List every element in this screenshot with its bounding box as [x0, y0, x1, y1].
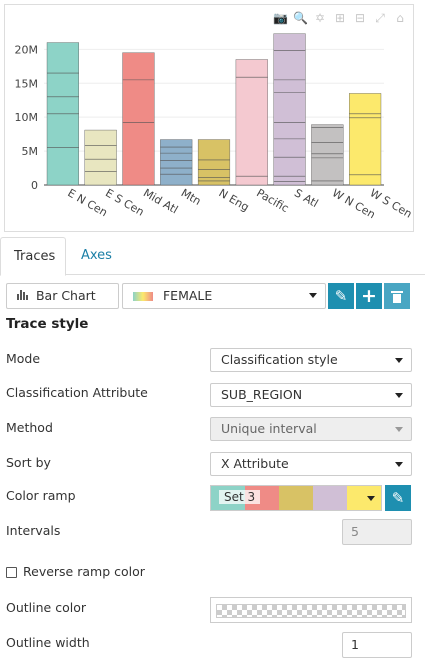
outline-width-label: Outline width: [6, 635, 90, 650]
reset-icon[interactable]: ⌂: [393, 11, 407, 25]
x-tick-label: N Eng: [217, 186, 252, 214]
zoom-icon[interactable]: 🔍: [293, 11, 308, 25]
add-trace-button[interactable]: +: [356, 283, 382, 309]
autoscale-icon[interactable]: ⤢: [373, 11, 387, 25]
y-tick-label: 10M: [15, 111, 39, 124]
edit-trace-button[interactable]: ✎: [328, 283, 354, 309]
trace-select[interactable]: FEMALE: [122, 283, 326, 309]
trace-color-swatch: [133, 292, 153, 301]
classification-attribute-label: Classification Attribute: [6, 385, 148, 400]
modebar: 📷 🔍 ✡ ⊞ ⊟ ⤢ ⌂: [273, 11, 407, 25]
chart-type-select[interactable]: Bar Chart: [6, 283, 119, 309]
bar: [235, 59, 268, 186]
outline-color-label: Outline color: [6, 600, 86, 615]
camera-icon[interactable]: 📷: [273, 11, 288, 25]
bar: [311, 124, 344, 186]
bar: [273, 33, 306, 186]
chevron-down-icon: [367, 496, 375, 501]
plus-icon: +: [361, 285, 377, 307]
delete-trace-button[interactable]: [384, 283, 410, 309]
zoom-in-icon[interactable]: ⊞: [333, 11, 347, 25]
x-tick-label: Mid Atl: [141, 186, 180, 216]
chevron-down-icon: [395, 462, 403, 467]
method-label: Method: [6, 420, 53, 435]
outline-width-input[interactable]: 1: [342, 632, 412, 658]
method-select: Unique interval: [210, 417, 412, 441]
outline-color-picker[interactable]: [210, 597, 412, 623]
x-tick-label: W S Cen: [368, 186, 413, 220]
trace-style-heading: Trace style: [6, 316, 89, 332]
bar: [160, 139, 193, 186]
chart-type-label: Bar Chart: [35, 288, 96, 303]
tab-bar: Traces Axes: [0, 237, 425, 276]
reverse-ramp-label: Reverse ramp color: [23, 564, 145, 579]
classification-attribute-select[interactable]: SUB_REGION: [210, 383, 412, 407]
x-tick-label: E N Cen: [65, 186, 109, 219]
mode-select[interactable]: Classification style: [210, 348, 412, 372]
chevron-down-icon: [309, 293, 317, 298]
x-tick-label: Mtn: [179, 186, 204, 208]
bar-chart: 0 5M 10M 15M 20M E N CenE S CenMid AtlMtn N En…: [15, 33, 414, 221]
x-tick-label: E S Cen: [103, 186, 146, 218]
tab-traces[interactable]: Traces: [0, 237, 66, 276]
mode-value: Classification style: [221, 352, 338, 367]
zoom-out-icon[interactable]: ⊟: [353, 11, 367, 25]
chevron-down-icon: [395, 358, 403, 363]
chevron-down-icon: [395, 393, 403, 398]
bar: [349, 93, 382, 186]
y-tick-label: 20M: [15, 43, 39, 56]
chart-panel[interactable]: 📷 🔍 ✡ ⊞ ⊟ ⤢ ⌂ 0 5M 10M 15M 20M E N Cen E S Cen…: [4, 4, 414, 232]
sort-by-value: X Attribute: [221, 456, 289, 471]
chevron-down-icon: [395, 427, 403, 432]
color-ramp-select[interactable]: Set 3: [210, 485, 382, 511]
pencil-icon: ✎: [391, 489, 405, 507]
method-value: Unique interval: [221, 421, 317, 436]
bar: [197, 139, 231, 186]
tab-axes[interactable]: Axes: [68, 237, 125, 274]
y-tick-label: 0: [31, 179, 38, 192]
x-tick-label: Pacific: [254, 186, 291, 215]
mode-label: Mode: [6, 351, 41, 366]
color-ramp-label: Color ramp: [6, 488, 76, 503]
bar: [122, 52, 155, 186]
pencil-icon: ✎: [334, 287, 348, 305]
ramp-swatch: [279, 486, 313, 510]
classification-attribute-value: SUB_REGION: [221, 387, 303, 402]
x-tick-label: S Atl: [292, 186, 320, 210]
intervals-label: Intervals: [6, 523, 61, 538]
sort-by-select[interactable]: X Attribute: [210, 452, 412, 476]
sort-by-label: Sort by: [6, 455, 51, 470]
trace-select-label: FEMALE: [162, 288, 213, 303]
color-ramp-value: Set 3: [219, 490, 261, 504]
edit-color-ramp-button[interactable]: ✎: [385, 485, 411, 511]
trash-icon: [391, 291, 403, 303]
y-tick-label: 5M: [22, 145, 39, 158]
y-tick-label: 15M: [15, 77, 39, 90]
reverse-ramp-checkbox[interactable]: [6, 567, 17, 578]
bar-chart-icon: [17, 290, 29, 300]
ramp-swatch: [313, 486, 347, 510]
transparent-swatch: [216, 604, 406, 618]
pan-icon[interactable]: ✡: [313, 11, 327, 25]
ramp-swatch: [347, 486, 381, 510]
bar: [84, 129, 117, 186]
intervals-input: 5: [342, 519, 412, 545]
